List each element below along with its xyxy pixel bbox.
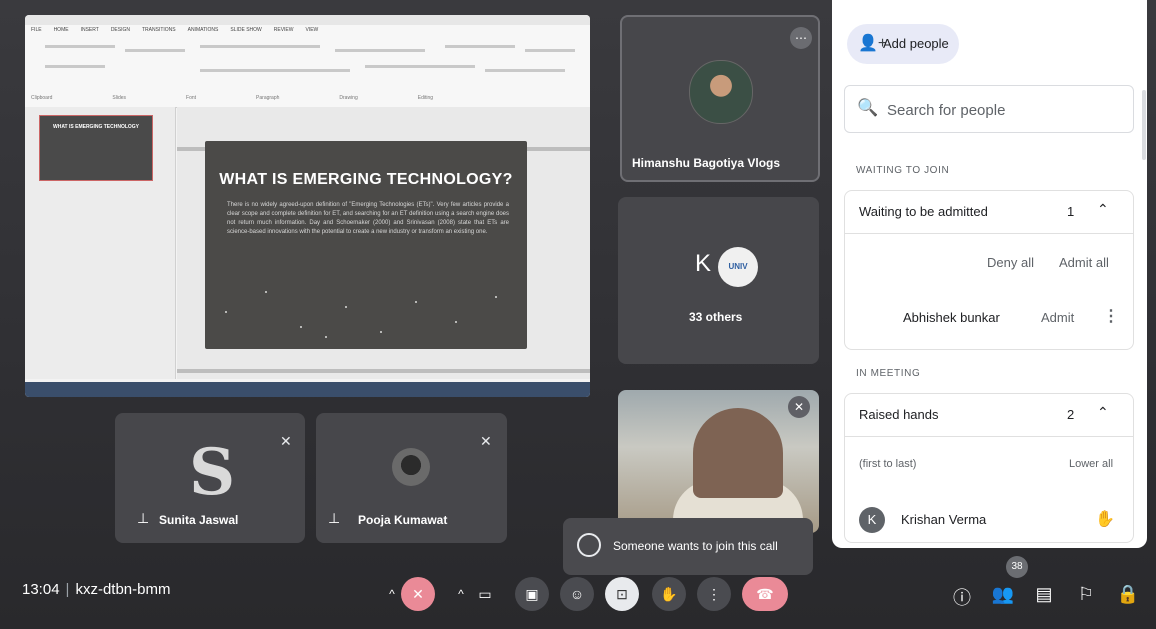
- deny-all-button[interactable]: Deny all: [987, 255, 1034, 270]
- host-controls-icon[interactable]: 🔒: [1116, 584, 1140, 605]
- ppt-ribbon-groups: Clipboard Slides Font Paragraph Drawing Editi…: [31, 95, 434, 101]
- chevron-up-icon[interactable]: ⌃: [1097, 201, 1109, 218]
- toast-message: Someone wants to join this call: [613, 539, 778, 553]
- meeting-stage: FILE HOME INSERT DESIGN TRANSITIONS ANIMATION…: [0, 0, 1156, 629]
- participant-name: Pooja Kumawat: [358, 513, 448, 527]
- panel-scrollbar[interactable]: [1142, 90, 1146, 160]
- waiting-group-header[interactable]: Waiting to be admitted 1 ⌃: [845, 191, 1133, 234]
- sunita-logo: S: [189, 435, 236, 510]
- university-logo: UNIV: [718, 247, 758, 287]
- raised-person-name: Krishan Verma: [901, 512, 987, 527]
- waiting-count: 1: [1067, 204, 1075, 219]
- chat-icon[interactable]: ▤: [1032, 584, 1056, 605]
- people-panel: 👤+ Add people 🔍 WAITING TO JOIN Waiting …: [832, 0, 1147, 548]
- people-icon[interactable]: 👥: [991, 584, 1015, 605]
- avatar: [392, 448, 430, 486]
- participant-tile-pooja[interactable]: ✕ ⊥ Pooja Kumawat: [316, 413, 507, 543]
- participant-tile-himanshu[interactable]: ⋯ Himanshu Bagotiya Vlogs: [620, 15, 820, 182]
- mic-off-icon: ✕: [280, 433, 292, 449]
- participant-name: Sunita Jaswal: [159, 513, 239, 527]
- raised-hands-count: 2: [1067, 407, 1075, 422]
- admit-all-button[interactable]: Admit all: [1059, 255, 1109, 270]
- slide-thumbnail: WHAT IS EMERGING TECHNOLOGY: [39, 115, 153, 181]
- ppt-titlebar: [25, 15, 590, 25]
- section-in-meeting: IN MEETING: [856, 368, 921, 379]
- info-icon[interactable]: ⓘ: [950, 584, 974, 610]
- ppt-statusbar: [25, 382, 590, 397]
- participant-video-face: [693, 408, 783, 498]
- add-people-button[interactable]: 👤+ Add people: [847, 24, 959, 64]
- raised-hands-group: Raised hands 2 ⌃ (first to last) Lower a…: [844, 393, 1134, 543]
- participant-tile-camera[interactable]: ✕: [618, 390, 819, 533]
- raise-hand-button[interactable]: ✋: [652, 577, 686, 611]
- camera-button[interactable]: ▭: [468, 577, 502, 611]
- pin-icon[interactable]: ⊥: [328, 510, 340, 527]
- search-icon: 🔍: [857, 98, 879, 117]
- meeting-code[interactable]: kxz-dtbn-bmm: [75, 581, 170, 598]
- waiting-group: Waiting to be admitted 1 ⌃ Deny all Admi…: [844, 190, 1134, 350]
- meeting-info: 13:04 | kxz-dtbn-bmm: [22, 581, 170, 598]
- thumbnail-title: WHAT IS EMERGING TECHNOLOGY: [52, 124, 140, 130]
- current-slide: WHAT IS EMERGING TECHNOLOGY? There is no…: [205, 141, 527, 349]
- order-hint: (first to last): [859, 458, 917, 470]
- slide-thumbnail-pane: WHAT IS EMERGING TECHNOLOGY: [25, 107, 176, 379]
- section-waiting-to-join: WAITING TO JOIN: [856, 165, 950, 176]
- others-count-label: 33 others: [689, 310, 743, 324]
- present-button[interactable]: ⊡: [605, 577, 639, 611]
- more-vert-icon[interactable]: ⋮: [1103, 306, 1119, 326]
- loading-circle-icon: [577, 533, 601, 557]
- end-call-button[interactable]: ☎: [742, 577, 788, 611]
- search-box[interactable]: 🔍: [844, 85, 1134, 133]
- separator: |: [65, 581, 70, 598]
- raise-hand-icon[interactable]: ✋: [1095, 509, 1115, 529]
- ppt-ribbon: FILE HOME INSERT DESIGN TRANSITIONS ANIMATION…: [25, 25, 590, 108]
- presentation-tile[interactable]: FILE HOME INSERT DESIGN TRANSITIONS ANIMATION…: [25, 15, 590, 397]
- participant-name: Himanshu Bagotiya Vlogs: [632, 156, 781, 170]
- waiting-person-name: Abhishek bunkar: [903, 310, 1000, 325]
- participant-tile-sunita[interactable]: S ✕ ⊥ Sunita Jaswal: [115, 413, 305, 543]
- search-input[interactable]: [885, 96, 1129, 124]
- join-request-toast[interactable]: Someone wants to join this call: [563, 518, 813, 575]
- emoji-button[interactable]: ☺: [560, 577, 594, 611]
- raised-hands-header[interactable]: Raised hands 2 ⌃: [845, 394, 1133, 437]
- more-options-button[interactable]: ⋮: [697, 577, 731, 611]
- avatar: K: [859, 507, 885, 533]
- lower-all-button[interactable]: Lower all: [1069, 458, 1113, 470]
- participant-tile-others[interactable]: K UNIV 33 others: [618, 197, 819, 364]
- mic-off-icon: ✕: [480, 433, 492, 449]
- clock-time: 13:04: [22, 581, 60, 598]
- participants-count-badge: 38: [1006, 556, 1028, 578]
- slide-title: WHAT IS EMERGING TECHNOLOGY?: [219, 171, 513, 188]
- raised-hands-title: Raised hands: [859, 407, 939, 422]
- avatar: [689, 60, 753, 124]
- admit-button[interactable]: Admit: [1041, 310, 1074, 325]
- avatar-letter: K: [695, 250, 712, 277]
- mic-off-button[interactable]: ✕: [401, 577, 435, 611]
- captions-button[interactable]: ▣: [515, 577, 549, 611]
- ppt-tabs: FILE HOME INSERT DESIGN TRANSITIONS ANIMATION…: [31, 27, 319, 33]
- add-people-label: Add people: [883, 36, 949, 51]
- pin-icon[interactable]: ⊥: [137, 510, 149, 527]
- chevron-up-icon[interactable]: ⌃: [1097, 404, 1109, 421]
- activities-icon[interactable]: ⚐: [1074, 584, 1098, 605]
- more-options-icon[interactable]: ⋯: [790, 27, 812, 49]
- slide-body: There is no widely agreed-upon definitio…: [227, 202, 509, 235]
- mic-off-icon: ✕: [788, 396, 810, 418]
- waiting-group-title: Waiting to be admitted: [859, 204, 988, 219]
- mic-options-chevron-icon[interactable]: ^: [383, 583, 401, 605]
